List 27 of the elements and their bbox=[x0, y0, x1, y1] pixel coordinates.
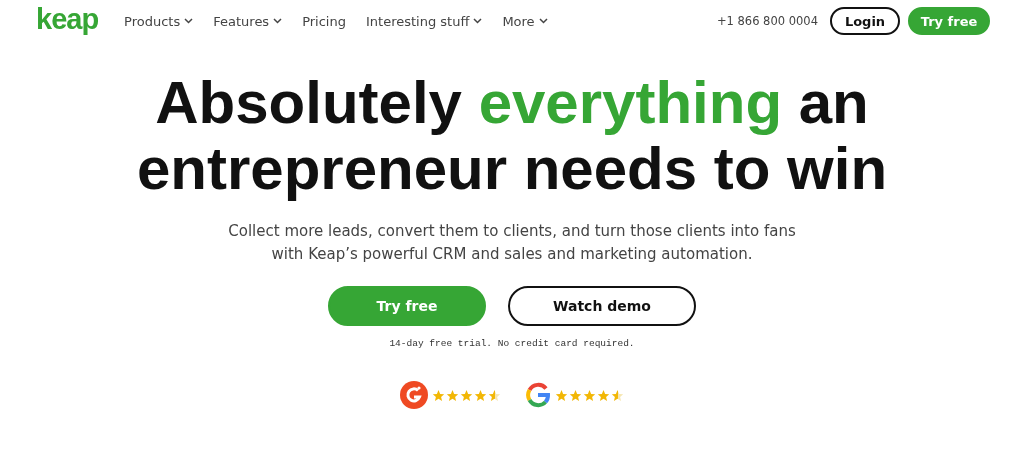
star-icon bbox=[446, 388, 459, 402]
chevron-down-icon bbox=[473, 18, 483, 24]
star-icon bbox=[597, 388, 610, 402]
star-icon bbox=[569, 388, 582, 402]
star-icon bbox=[432, 388, 445, 402]
chevron-down-icon bbox=[538, 18, 548, 24]
chevron-down-icon bbox=[273, 18, 283, 24]
login-button[interactable]: Login bbox=[830, 7, 900, 35]
watch-demo-button[interactable]: Watch demo bbox=[508, 286, 696, 326]
nav-link[interactable]: Pricing bbox=[302, 13, 346, 29]
star-icon bbox=[555, 388, 568, 402]
subtitle: Collect more leads, convert them to clients, and turn those clients into fans with Keap’s powerful CRM and sales and marketing automation. bbox=[227, 221, 797, 265]
nav-link[interactable]: Features bbox=[213, 13, 283, 29]
star-icon bbox=[474, 388, 487, 402]
star-icon bbox=[583, 388, 596, 402]
google-g-icon bbox=[525, 382, 551, 408]
trial-note: 14-day free trial. No credit card required. bbox=[389, 338, 635, 349]
star-icon bbox=[611, 388, 624, 402]
nav-link[interactable]: Products bbox=[124, 13, 194, 29]
g2-badge-icon bbox=[400, 381, 428, 409]
nav-link[interactable]: Interesting stuff bbox=[366, 13, 483, 29]
headline: Absolutely everything an entrepreneur needs to win bbox=[136, 70, 888, 202]
star-icon bbox=[460, 388, 473, 402]
chevron-down-icon bbox=[184, 18, 194, 24]
nav-link[interactable]: More bbox=[502, 13, 548, 29]
phone-number: +1 866 800 0004 bbox=[716, 14, 818, 28]
star-icon bbox=[488, 388, 501, 402]
